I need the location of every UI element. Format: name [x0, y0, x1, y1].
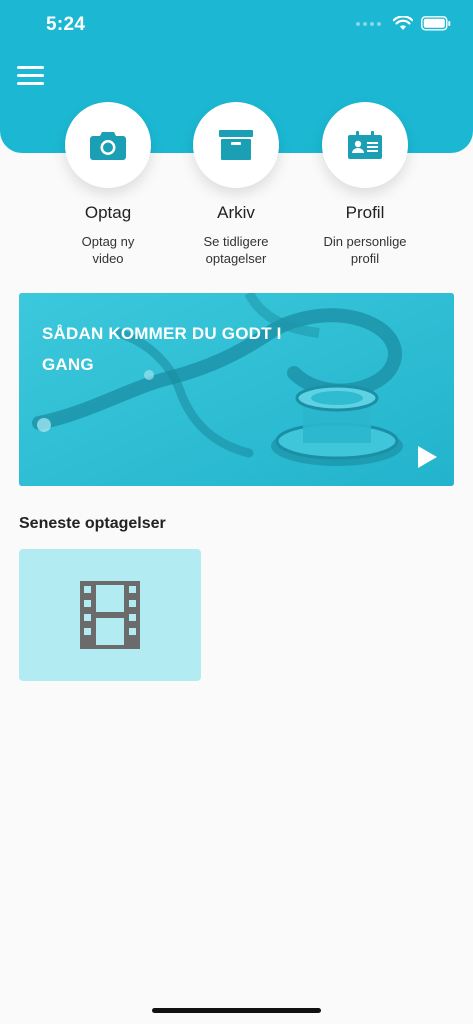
camera-icon: [90, 132, 126, 160]
status-icons: [356, 16, 451, 31]
status-time: 5:24: [46, 14, 86, 35]
getting-started-video[interactable]: SÅDAN KOMMER DU GODT I GANG: [19, 293, 454, 486]
profile-subtitle: Din personlige profil: [323, 234, 407, 266]
menu-button[interactable]: [17, 66, 45, 88]
home-indicator[interactable]: [152, 1008, 321, 1013]
archive-box-icon: [219, 130, 253, 160]
film-strip-icon: [80, 581, 140, 649]
record-button[interactable]: [65, 102, 151, 188]
archive-button[interactable]: [193, 102, 279, 188]
profile-button[interactable]: [322, 102, 408, 188]
id-card-icon: [348, 131, 382, 159]
play-icon[interactable]: [416, 445, 438, 469]
signal-icon: [356, 21, 381, 26]
archive-action[interactable]: Arkiv Se tidligere optagelser: [161, 102, 311, 267]
profile-action[interactable]: Profil Din personlige profil: [290, 102, 440, 267]
wifi-icon: [393, 16, 413, 30]
recent-recordings-title: Seneste optagelser: [19, 515, 166, 532]
profile-title: Profil: [345, 203, 385, 222]
home-screen: 5:24 Optag Optag ny video Arkiv Se tidli…: [0, 0, 473, 1024]
recording-thumbnail[interactable]: [19, 549, 201, 681]
archive-subtitle: Se tidligere optagelser: [203, 234, 269, 266]
archive-title: Arkiv: [217, 203, 255, 222]
banner-title: SÅDAN KOMMER DU GODT I GANG: [42, 324, 282, 374]
battery-icon: [421, 16, 451, 31]
